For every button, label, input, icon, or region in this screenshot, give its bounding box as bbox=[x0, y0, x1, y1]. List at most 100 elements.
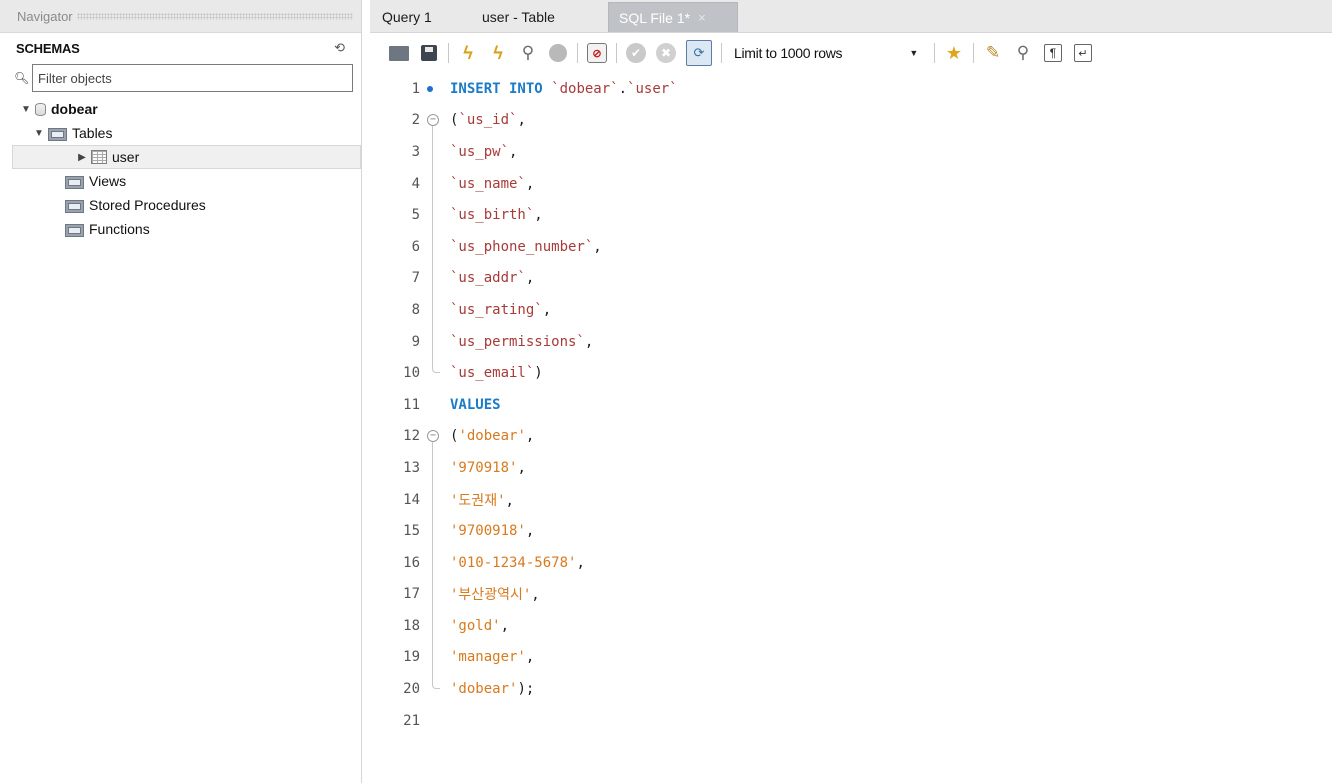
gutter-marker bbox=[420, 452, 446, 484]
commit-icon: ✔ bbox=[626, 43, 646, 63]
save-button[interactable] bbox=[418, 42, 440, 64]
close-tab-icon[interactable]: × bbox=[698, 10, 706, 25]
line-number: 12 bbox=[403, 428, 420, 445]
format-icon: ✎ bbox=[985, 43, 1001, 62]
line-number: 6 bbox=[411, 238, 420, 255]
fold-toggle-icon[interactable]: − bbox=[427, 430, 439, 443]
explain-icon: ⚲ bbox=[521, 43, 535, 62]
gutter-marker: − bbox=[420, 421, 446, 453]
commit-button[interactable]: ✔ bbox=[625, 42, 647, 64]
folder-icon bbox=[48, 126, 67, 141]
line-number: 15 bbox=[403, 523, 420, 540]
code-text: ('dobear', bbox=[446, 428, 534, 444]
sql-editor[interactable]: 1 INSERT INTO `dobear`.`user` 2 − (`us_i… bbox=[370, 73, 1332, 736]
tree-item-tables[interactable]: ▼ Tables bbox=[0, 121, 361, 145]
tab-query-1[interactable]: Query 1 bbox=[372, 2, 472, 32]
line-number: 14 bbox=[403, 491, 420, 508]
fold-end-guide bbox=[432, 357, 440, 374]
fold-guide bbox=[432, 199, 433, 231]
stop-button[interactable] bbox=[547, 42, 569, 64]
invisible-chars-button[interactable]: ¶ bbox=[1042, 42, 1064, 64]
tab-user-table[interactable]: user - Table bbox=[472, 2, 602, 32]
toolbar-separator bbox=[616, 43, 617, 63]
line-number: 19 bbox=[403, 649, 420, 666]
line-number: 1 bbox=[411, 80, 420, 97]
filter-objects-input[interactable] bbox=[32, 64, 353, 92]
line-number: 9 bbox=[411, 333, 420, 350]
tree-item-schema-dobear[interactable]: ▼ dobear bbox=[0, 97, 361, 121]
navigator-title: Navigator bbox=[17, 8, 73, 24]
fold-guide bbox=[432, 136, 433, 168]
code-line: 17 '부산광역시', bbox=[370, 578, 1332, 611]
line-number: 7 bbox=[411, 270, 420, 287]
string-literal: '010-1234-5678' bbox=[450, 554, 577, 571]
gutter-marker bbox=[420, 325, 446, 358]
toolbar-separator bbox=[934, 43, 935, 63]
beautify-button[interactable]: ✎ bbox=[982, 42, 1004, 64]
navigator-header: Navigator bbox=[0, 0, 361, 33]
tree-item-stored-procedures[interactable]: Stored Procedures bbox=[0, 193, 361, 217]
execute-current-button[interactable]: ϟ bbox=[487, 42, 509, 64]
tree-item-table-user[interactable]: ▶ user bbox=[12, 145, 361, 169]
string-literal: '970918' bbox=[450, 459, 518, 476]
toggle-error-button[interactable]: ⊘ bbox=[586, 42, 608, 64]
punctuation: ) bbox=[534, 365, 543, 382]
code-text: 'gold', bbox=[446, 618, 509, 634]
tab-sql-file-1[interactable]: SQL File 1* × bbox=[608, 2, 738, 32]
open-file-icon bbox=[389, 45, 409, 61]
string-literal: 'manager' bbox=[450, 649, 526, 666]
refresh-icon[interactable]: ⟲ bbox=[334, 40, 345, 56]
identifier: `us_birth` bbox=[450, 207, 535, 224]
collapsed-arrow-icon[interactable]: ▶ bbox=[76, 152, 88, 163]
fold-toggle-icon[interactable]: − bbox=[427, 114, 439, 127]
open-file-button[interactable] bbox=[388, 42, 410, 64]
gutter-marker bbox=[420, 641, 446, 674]
code-line: 20 'dobear'); bbox=[370, 673, 1332, 705]
fold-guide bbox=[432, 325, 433, 358]
rollback-button[interactable]: ✖ bbox=[655, 42, 677, 64]
find-button[interactable]: ⚲ bbox=[1012, 42, 1034, 64]
punctuation: , bbox=[576, 554, 585, 571]
punctuation: , bbox=[531, 587, 540, 604]
fold-guide bbox=[432, 262, 433, 295]
code-text: `us_addr`, bbox=[446, 270, 534, 286]
fold-guide bbox=[432, 294, 433, 326]
line-number: 11 bbox=[403, 396, 420, 413]
add-snippet-button[interactable]: ★ bbox=[943, 42, 965, 64]
line-number: 4 bbox=[411, 175, 420, 192]
punctuation: , bbox=[517, 459, 526, 476]
gutter-marker bbox=[420, 136, 446, 168]
wrap-lines-button[interactable]: ↵ bbox=[1072, 42, 1094, 64]
autocommit-toggle[interactable]: ⟳ bbox=[685, 40, 713, 66]
code-text: '부산광역시', bbox=[446, 584, 540, 604]
identifier: `us_permissions` bbox=[450, 333, 585, 350]
tree-item-views[interactable]: Views bbox=[0, 169, 361, 193]
code-text: '970918', bbox=[446, 460, 526, 476]
wrap-icon: ↵ bbox=[1074, 44, 1092, 62]
tree-item-functions[interactable]: Functions bbox=[0, 217, 361, 241]
navigator-panel: Navigator SCHEMAS ⟲ 🔍︎ ▼ dobear ▼ Tables… bbox=[0, 0, 362, 783]
toolbar-separator bbox=[448, 43, 449, 63]
expanded-arrow-icon[interactable]: ▼ bbox=[20, 104, 32, 115]
limit-rows-label: Limit to 1000 rows bbox=[734, 45, 843, 61]
gutter-marker bbox=[420, 705, 446, 737]
fold-guide bbox=[432, 515, 433, 547]
execute-button[interactable]: ϟ bbox=[457, 42, 479, 64]
identifier: `us_rating` bbox=[450, 301, 543, 318]
limit-rows-select[interactable]: Limit to 1000 rows ▼ bbox=[730, 40, 926, 66]
expanded-arrow-icon[interactable]: ▼ bbox=[33, 128, 45, 139]
identifier: `dobear` bbox=[551, 80, 619, 97]
gutter-marker bbox=[420, 357, 446, 389]
punctuation: , bbox=[505, 492, 514, 509]
panel-grip[interactable] bbox=[76, 12, 353, 20]
line-number: 16 bbox=[403, 554, 420, 571]
identifier: `user` bbox=[627, 80, 678, 97]
explain-button[interactable]: ⚲ bbox=[517, 42, 539, 64]
code-text: `us_rating`, bbox=[446, 302, 551, 318]
table-icon bbox=[91, 150, 107, 164]
punctuation: , bbox=[593, 238, 602, 255]
folder-icon bbox=[65, 198, 84, 213]
views-label: Views bbox=[89, 173, 127, 189]
code-line: 15 '9700918', bbox=[370, 515, 1332, 547]
line-number: 10 bbox=[403, 365, 420, 382]
